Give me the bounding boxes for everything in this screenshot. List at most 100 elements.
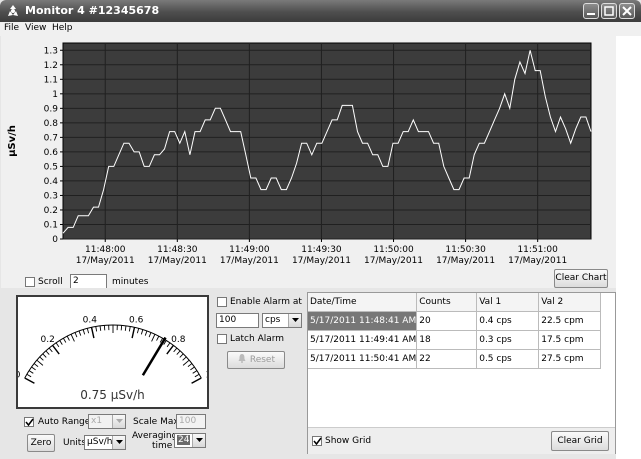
gauge-scale-label: 0.4 [83, 316, 98, 326]
gauge-tick [48, 347, 53, 353]
gauge-tick [151, 334, 156, 342]
auto-range-checkbox[interactable] [24, 417, 34, 427]
cell-val1[interactable]: 0.4 cps [476, 311, 540, 331]
x-tick-label-date: 17/May/2011 [292, 256, 351, 266]
gauge-tick [187, 363, 193, 367]
x-tick-label-time: 11:49:30 [301, 245, 342, 255]
gauge-tick [131, 327, 136, 339]
scroll-unit-label: minutes [112, 277, 149, 287]
gauge-tick [191, 377, 202, 384]
x-tick-label-date: 17/May/2011 [148, 256, 207, 266]
averaging-label: Averaging [132, 431, 178, 441]
scroll-minutes-field[interactable]: 2 [70, 274, 107, 289]
menu-view[interactable]: View [25, 23, 46, 33]
averaging-time-label: time [152, 441, 173, 451]
enable-alarm-checkbox[interactable] [217, 297, 227, 307]
gauge-tick [128, 326, 131, 332]
table-row[interactable]: 5/17/2011 11:49:41 AM 18 0.3 cps 17.5 cp… [308, 330, 602, 350]
maximize-icon [604, 6, 614, 16]
column-header-datetime[interactable]: Date/Time [308, 293, 418, 312]
gauge-tick [99, 325, 102, 331]
minimize-button[interactable] [583, 3, 599, 19]
scroll-checkbox[interactable] [25, 277, 35, 287]
grid-footer: Show Grid Clear Grid [308, 427, 615, 454]
latch-alarm-label: Latch Alarm [230, 334, 285, 344]
alarm-threshold-field[interactable]: 100 [216, 313, 259, 328]
gauge-tick [78, 330, 82, 336]
scale-max-label: Scale Max [133, 417, 179, 427]
menu-file[interactable]: File [4, 23, 19, 33]
menu-help[interactable]: Help [52, 23, 73, 33]
latch-alarm-checkbox[interactable] [217, 334, 227, 344]
x-tick-label-time: 11:51:00 [517, 245, 558, 255]
x-tick-label-date: 17/May/2011 [436, 256, 495, 266]
y-tick-label: 0.7 [44, 133, 58, 143]
scroll-label: Scroll [38, 277, 63, 287]
chevron-down-icon [192, 434, 205, 447]
checkmark-icon [25, 418, 34, 427]
cell-datetime[interactable]: 5/17/2011 11:48:41 AM [308, 311, 418, 331]
gauge-tick [144, 330, 148, 336]
gauge-tick [182, 359, 190, 366]
gauge-readout: 0.75 µSv/h [80, 388, 145, 402]
table-row[interactable]: 5/17/2011 11:50:41 AM 22 0.5 cps 27.5 cp… [308, 349, 602, 369]
cell-datetime[interactable]: 5/17/2011 11:49:41 AM [308, 330, 418, 350]
cell-val2[interactable]: 17.5 cpm [538, 330, 602, 350]
column-header-val1[interactable]: Val 1 [476, 293, 540, 312]
bell-icon [238, 354, 246, 363]
x-tick-label-time: 11:50:30 [445, 245, 486, 255]
cell-val1[interactable]: 0.3 cps [476, 330, 540, 350]
cell-val2[interactable]: 27.5 cpm [538, 349, 602, 369]
y-tick-label: 1.2 [44, 61, 58, 71]
gauge-tick [62, 337, 67, 343]
gauge-scale-label: 0 [18, 370, 21, 380]
column-header-counts[interactable]: Counts [416, 293, 478, 312]
gauge-tick [24, 377, 35, 384]
gauge-tick [28, 370, 34, 374]
clear-chart-button[interactable]: Clear Chart [554, 269, 608, 288]
y-tick-label: 0.4 [44, 177, 59, 187]
scale-max-field: 100 [176, 414, 206, 429]
gauge-tick [90, 327, 95, 339]
x-tick-label-time: 11:48:30 [157, 245, 198, 255]
y-tick-label: 0.9 [44, 104, 59, 114]
cell-datetime[interactable]: 5/17/2011 11:50:41 AM [308, 349, 418, 369]
gauge-tick [82, 329, 86, 335]
gauge-tick [179, 353, 184, 358]
units-label: Units [63, 438, 87, 448]
alarm-unit-select[interactable]: cps [262, 313, 302, 328]
gauge-tick [166, 342, 171, 348]
y-tick-label: 0 [52, 235, 58, 245]
gauge-tick [66, 335, 70, 341]
column-header-val2[interactable]: Val 2 [538, 293, 602, 312]
title-bar: Monitor 4 #12345678 [0, 0, 641, 22]
close-button[interactable] [619, 3, 635, 19]
y-tick-label: 0.5 [44, 162, 58, 172]
cell-val1[interactable]: 0.5 cps [476, 349, 540, 369]
gauge-tick [26, 373, 32, 378]
gauge-tick [95, 326, 98, 332]
maximize-button[interactable] [601, 3, 617, 19]
averaging-time-select[interactable]: 24 [174, 433, 206, 448]
y-axis-label: µSv/h [7, 125, 18, 157]
window-title: Monitor 4 #12345678 [25, 4, 160, 17]
gauge-tick [124, 325, 127, 331]
cell-counts[interactable]: 18 [416, 330, 478, 350]
show-grid-checkbox[interactable] [312, 436, 322, 446]
units-select[interactable]: µSv/h [84, 435, 126, 450]
gauge-tick [86, 328, 90, 334]
y-tick-label: 1.3 [44, 46, 58, 56]
table-row[interactable]: 5/17/2011 11:48:41 AM 20 0.4 cps 22.5 cp… [308, 311, 602, 331]
x-tick-label-date: 17/May/2011 [508, 256, 567, 266]
cell-counts[interactable]: 20 [416, 311, 478, 331]
chevron-down-icon [112, 415, 125, 428]
clear-grid-button[interactable]: Clear Grid [551, 431, 609, 451]
gauge-tick [45, 350, 50, 355]
menu-bar: File View Help [0, 22, 641, 36]
zero-button[interactable]: Zero [27, 434, 55, 452]
cell-val2[interactable]: 22.5 cpm [538, 311, 602, 331]
app-window: Monitor 4 #12345678 File View Help 0 0.1 0… [0, 0, 641, 459]
gauge-tick [156, 335, 160, 341]
cell-counts[interactable]: 22 [416, 349, 478, 369]
y-tick-label: 0.6 [44, 148, 59, 158]
